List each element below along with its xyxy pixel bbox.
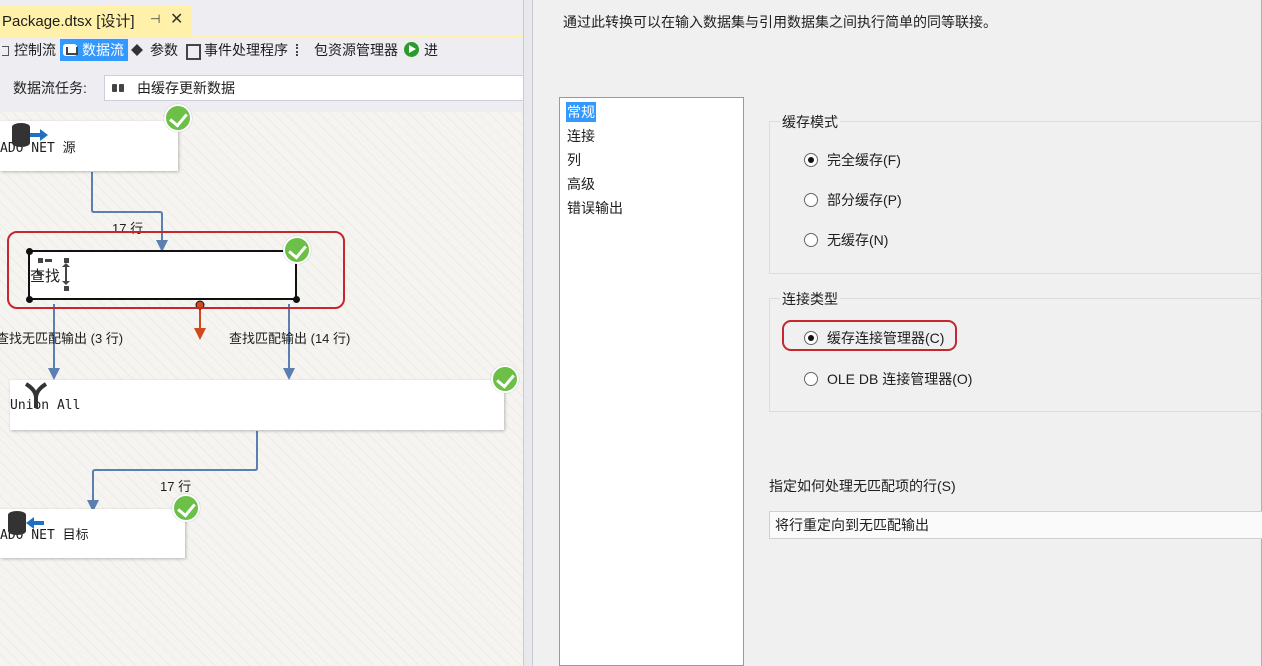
data-flow-task-icon — [111, 81, 127, 95]
nav-item-advanced[interactable]: 高级 — [566, 174, 596, 194]
flow-label-match: 查找匹配输出 (14 行) — [229, 331, 351, 346]
tab-label: 参数 — [150, 42, 178, 58]
package-explorer-icon — [294, 42, 310, 58]
tab-package-explorer[interactable]: 包资源管理器 — [292, 39, 402, 61]
radio-button[interactable] — [804, 233, 818, 247]
union-all-icon — [24, 382, 48, 408]
package-designer: Package.dtsx [设计] ⊣ ✕ 控制流 数据流 参数 事件处理程序 … — [0, 0, 523, 666]
ado-net-source-icon — [12, 123, 48, 147]
ado-net-destination-icon — [8, 511, 44, 535]
arrow-head — [48, 368, 60, 380]
flow-label-union-rows: 17 行 — [160, 479, 192, 494]
tab-label: 进 — [424, 42, 438, 58]
radio-no-cache[interactable]: 无缓存(N) — [804, 230, 888, 250]
radio-partial-cache[interactable]: 部分缓存(P) — [804, 190, 902, 210]
data-flow-task-bar: 数据流任务: 由缓存更新数据 — [0, 74, 523, 102]
success-check-icon — [164, 104, 192, 132]
data-flow-task-label: 数据流任务: — [13, 80, 87, 96]
pin-icon[interactable]: ⊣ — [150, 12, 160, 26]
document-tab[interactable]: Package.dtsx [设计] ⊣ ✕ — [0, 6, 192, 36]
annotation-highlight — [782, 320, 957, 351]
radio-label: 无缓存(N) — [827, 232, 889, 248]
connection-type-group — [769, 298, 1262, 412]
control-flow-icon — [2, 42, 10, 58]
cache-mode-title: 缓存模式 — [780, 112, 840, 132]
component-ado-net-destination[interactable]: ADO NET 目标 — [0, 509, 185, 558]
tab-label: 数据流 — [82, 42, 124, 58]
radio-button-checked[interactable] — [804, 153, 818, 167]
nav-item-general[interactable]: 常规 — [566, 102, 596, 122]
close-icon[interactable]: ✕ — [170, 9, 183, 29]
radio-label: OLE DB 连接管理器(O) — [827, 371, 973, 387]
tab-event-handlers[interactable]: 事件处理程序 — [182, 39, 292, 61]
data-flow-task-value: 由缓存更新数据 — [137, 80, 235, 96]
success-check-icon — [172, 494, 200, 522]
arrow-head — [283, 368, 295, 380]
radio-full-cache[interactable]: 完全缓存(F) — [804, 150, 901, 170]
no-match-rows-label: 指定如何处理无匹配项的行(S) — [769, 478, 956, 494]
tab-progress[interactable]: 进 — [402, 39, 442, 61]
data-flow-canvas[interactable]: ADO NET 源 17 行 查找 查找无匹配输出 (3 行) 查找匹配输出 (… — [0, 104, 523, 666]
document-tab-title: Package.dtsx [设计] — [2, 12, 135, 30]
lookup-transformation-editor: 通过此转换可以在输入数据集与引用数据集之间执行简单的同等联接。 常规 连接 列 … — [533, 0, 1262, 666]
tab-label: 事件处理程序 — [204, 42, 288, 58]
tab-parameters[interactable]: 参数 — [128, 39, 182, 61]
designer-tabs: 控制流 数据流 参数 事件处理程序 包资源管理器 进 — [0, 38, 523, 62]
connection-type-title: 连接类型 — [780, 289, 840, 309]
radio-button[interactable] — [804, 193, 818, 207]
no-match-rows-select[interactable]: 将行重定向到无匹配输出 — [769, 511, 1262, 539]
nav-item-error-output[interactable]: 错误输出 — [566, 198, 624, 218]
event-handlers-icon — [184, 42, 201, 60]
flow-label-no-match: 查找无匹配输出 (3 行) — [0, 331, 124, 346]
parameters-icon — [130, 42, 146, 58]
data-flow-icon — [62, 42, 78, 58]
nav-item-connection[interactable]: 连接 — [566, 126, 596, 146]
component-ado-net-source[interactable]: ADO NET 源 — [0, 121, 178, 171]
tab-label: 包资源管理器 — [314, 42, 398, 58]
tab-data-flow[interactable]: 数据流 — [60, 39, 128, 61]
editor-description: 通过此转换可以在输入数据集与引用数据集之间执行简单的同等联接。 — [563, 14, 997, 30]
data-flow-task-select[interactable]: 由缓存更新数据 — [104, 75, 523, 101]
radio-label: 部分缓存(P) — [827, 192, 902, 208]
tab-label: 控制流 — [14, 42, 56, 58]
radio-label: 完全缓存(F) — [827, 152, 901, 168]
component-union-all[interactable]: Union All — [10, 380, 504, 430]
success-check-icon — [491, 365, 519, 393]
editor-nav-list: 常规 连接 列 高级 错误输出 — [559, 97, 744, 666]
radio-button[interactable] — [804, 372, 818, 386]
nav-item-columns[interactable]: 列 — [566, 150, 582, 170]
no-match-rows-value: 将行重定向到无匹配输出 — [775, 517, 929, 533]
tab-control-flow[interactable]: 控制流 — [0, 39, 60, 61]
annotation-highlight — [7, 231, 345, 309]
run-icon — [404, 42, 420, 58]
pane-divider[interactable] — [523, 0, 533, 666]
radio-oledb-connection-manager[interactable]: OLE DB 连接管理器(O) — [804, 369, 972, 389]
